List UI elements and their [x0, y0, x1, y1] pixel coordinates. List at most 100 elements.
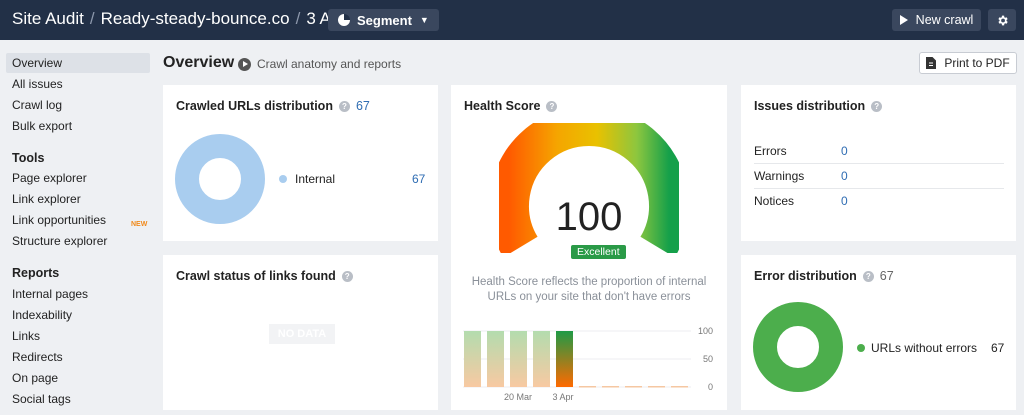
gear-icon	[997, 15, 1008, 25]
history-bar[interactable]	[464, 331, 481, 387]
history-bar[interactable]	[671, 386, 688, 388]
breadcrumb: Site Audit / Ready-steady-bounce.co / 3 …	[12, 9, 361, 29]
y-tick-label: 50	[703, 354, 713, 364]
issue-label: Warnings	[754, 169, 805, 183]
sidebar-heading-reports: Reports	[12, 266, 60, 280]
sidebar-item-overview[interactable]: Overview	[6, 53, 150, 73]
help-icon[interactable]: ?	[338, 100, 350, 112]
sidebar-item-social-tags[interactable]: Social tags	[6, 389, 150, 409]
history-bar[interactable]	[487, 331, 504, 387]
card-title-text: Crawl status of links found	[176, 269, 336, 283]
issue-label: Notices	[754, 194, 795, 208]
issue-value[interactable]: 0	[841, 189, 848, 214]
history-bar[interactable]	[602, 386, 619, 388]
help-icon[interactable]: ?	[862, 270, 874, 282]
page-title: Overview	[163, 54, 235, 71]
legend-item-internal[interactable]: Internal	[279, 172, 335, 186]
play-circle-icon	[238, 57, 251, 71]
health-score-badge: Excellent	[571, 245, 626, 259]
legend-value: 67	[991, 341, 1005, 355]
issue-label: Errors	[754, 144, 787, 158]
x-tick-label: 20 Mar	[504, 392, 532, 402]
settings-button[interactable]	[988, 9, 1016, 31]
sidebar-item-crawl-log[interactable]: Crawl log	[6, 95, 150, 115]
card-title-text: Health Score	[464, 99, 541, 113]
help-icon[interactable]: ?	[871, 100, 883, 112]
sidebar-item-link-explorer[interactable]: Link explorer	[6, 189, 150, 209]
history-bar[interactable]	[625, 386, 642, 388]
no-data-placeholder: NO DATA	[269, 324, 335, 344]
health-score-description: Health Score reflects the proportion of …	[451, 275, 727, 305]
sidebar-item-internal-pages[interactable]: Internal pages	[6, 284, 150, 304]
crawled-urls-count[interactable]: 67	[356, 99, 370, 113]
sidebar-item-on-page[interactable]: On page	[6, 368, 150, 388]
issue-value[interactable]: 0	[841, 139, 848, 164]
crawled-urls-card: Crawled URLs distribution ? 67 Internal …	[163, 85, 438, 241]
print-to-pdf-button[interactable]: Print to PDF	[919, 52, 1017, 74]
sidebar-item-redirects[interactable]: Redirects	[6, 347, 150, 367]
description-line: Health Score reflects the proportion of …	[471, 276, 707, 288]
history-bar[interactable]	[579, 386, 596, 388]
sidebar-item-links[interactable]: Links	[6, 326, 150, 346]
donut-segment-internal	[175, 134, 265, 224]
history-bar[interactable]	[556, 331, 573, 387]
health-score-history-chart: 100 50 0 20 Mar 3 Apr	[463, 326, 713, 402]
sidebar-item-page-explorer[interactable]: Page explorer	[6, 168, 150, 188]
error-distribution-count: 67	[879, 269, 894, 283]
description-line: URLs on your site that don't have errors	[487, 291, 691, 303]
breadcrumb-separator: /	[295, 9, 301, 28]
new-crawl-label: New crawl	[915, 13, 974, 27]
segment-label: Segment	[357, 12, 412, 28]
crawl-anatomy-link[interactable]: Crawl anatomy and reports	[238, 57, 401, 71]
legend-item-urls-without-errors[interactable]: URLs without errors	[857, 341, 977, 355]
error-distribution-donut	[753, 302, 843, 392]
sidebar-item-bulk-export[interactable]: Bulk export	[6, 116, 150, 136]
health-score-card: Health Score ? 100 Excellent Health Scor…	[451, 85, 727, 410]
card-title-text: Issues distribution	[754, 99, 866, 113]
top-bar: Site Audit / Ready-steady-bounce.co / 3 …	[0, 0, 1024, 40]
crawled-urls-donut	[175, 134, 265, 224]
issues-distribution-card: Issues distribution ? Errors 0 Warnings …	[741, 85, 1016, 241]
card-title-text: Error distribution	[754, 269, 857, 283]
y-tick-label: 0	[708, 382, 713, 392]
sidebar-item-all-issues[interactable]: All issues	[6, 74, 150, 94]
help-icon[interactable]: ?	[341, 270, 353, 282]
pdf-file-icon	[926, 57, 937, 69]
segment-button[interactable]: Segment ▼	[328, 9, 439, 31]
donut-segment-urls-without-errors	[753, 302, 843, 392]
help-icon[interactable]: ?	[546, 100, 558, 112]
sidebar: Overview All issues Crawl log Bulk expor…	[0, 40, 150, 415]
sidebar-item-label: Link opportunities	[12, 213, 107, 227]
breadcrumb-separator: /	[89, 9, 95, 28]
sidebar-heading-tools: Tools	[12, 151, 45, 165]
card-title: Crawled URLs distribution ? 67	[176, 99, 370, 113]
card-title-text: Crawled URLs distribution	[176, 99, 333, 113]
legend-label: URLs without errors	[871, 341, 978, 355]
legend-dot	[857, 344, 865, 352]
page-subtitle: Crawl anatomy and reports	[257, 57, 402, 71]
caret-down-icon: ▼	[419, 15, 429, 25]
legend-value[interactable]: 67	[412, 172, 425, 186]
crawl-status-card: Crawl status of links found ? NO DATA	[163, 255, 438, 410]
history-bar[interactable]	[648, 386, 665, 388]
issue-row-warnings: Warnings 0	[754, 164, 1004, 189]
pie-chart-icon	[338, 14, 350, 26]
legend-label: Internal	[295, 172, 336, 186]
health-score-value: 100	[555, 195, 623, 239]
card-title: Crawl status of links found ?	[176, 269, 353, 283]
issue-value[interactable]: 0	[841, 164, 848, 189]
card-title: Issues distribution ?	[754, 99, 883, 113]
sidebar-item-link-opportunities[interactable]: Link opportunities NEW	[6, 210, 150, 230]
breadcrumb-project[interactable]: Ready-steady-bounce.co	[101, 9, 290, 29]
breadcrumb-app[interactable]: Site Audit	[12, 9, 84, 29]
new-crawl-button[interactable]: New crawl	[892, 9, 981, 31]
play-icon	[899, 15, 908, 25]
history-bar[interactable]	[510, 331, 527, 387]
issue-row-errors: Errors 0	[754, 139, 1004, 164]
history-bar[interactable]	[533, 331, 550, 387]
sidebar-item-indexability[interactable]: Indexability	[6, 305, 150, 325]
y-tick-label: 100	[698, 326, 713, 336]
x-tick-label: 3 Apr	[552, 392, 573, 402]
sidebar-item-structure-explorer[interactable]: Structure explorer	[6, 231, 150, 251]
print-label: Print to PDF	[944, 56, 1010, 70]
